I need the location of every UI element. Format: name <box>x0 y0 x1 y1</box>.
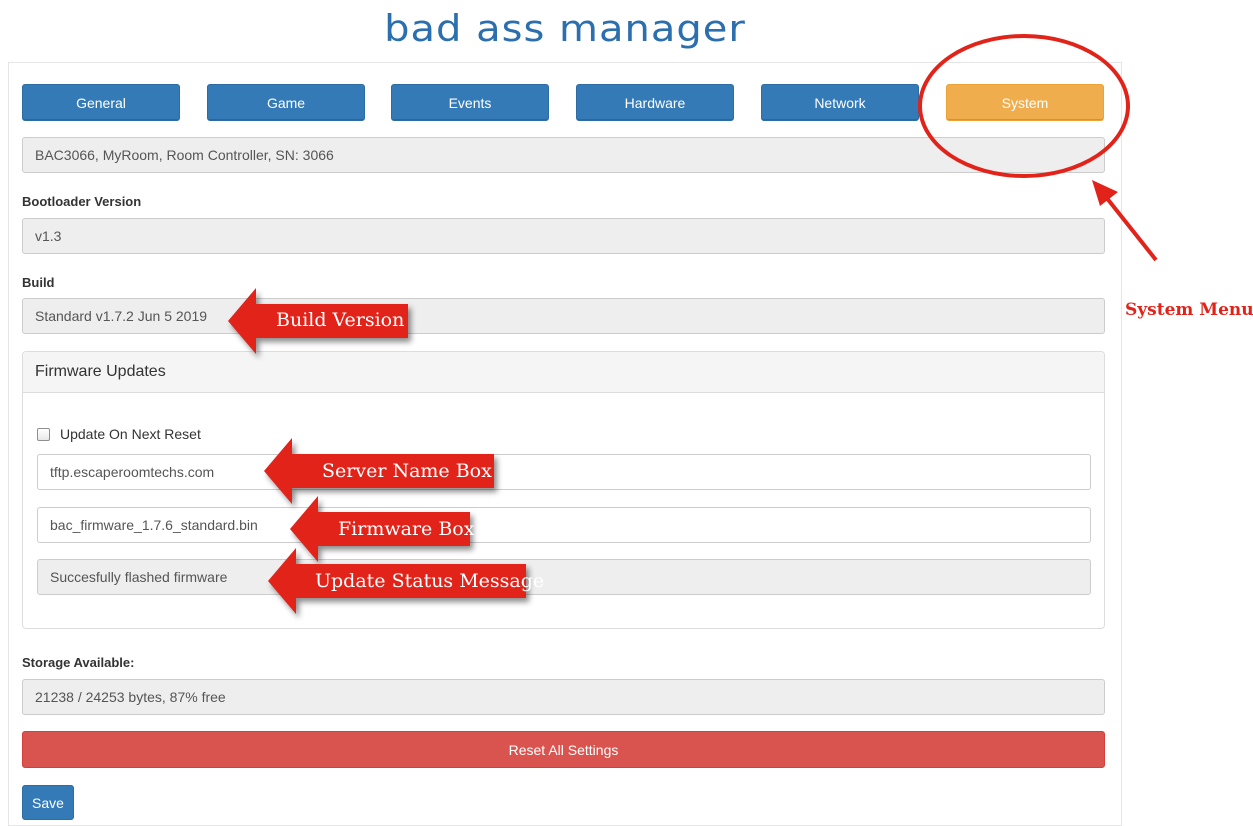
tab-events[interactable]: Events <box>391 84 549 121</box>
bootloader-version-label: Bootloader Version <box>22 194 142 209</box>
server-name-annotation: Server Name Box <box>322 460 492 482</box>
system-menu-arrow-icon <box>1088 178 1168 268</box>
build-version-annotation: Build Version <box>276 309 405 331</box>
update-on-reset-checkbox[interactable] <box>37 427 50 441</box>
build-label: Build <box>22 275 55 290</box>
save-button[interactable]: Save <box>22 785 74 820</box>
tab-hardware[interactable]: Hardware <box>576 84 734 121</box>
bootloader-version-field: v1.3 <box>22 218 1105 254</box>
reset-all-settings-button[interactable]: Reset All Settings <box>22 731 1105 768</box>
tab-general[interactable]: General <box>22 84 180 121</box>
app-title: bad ass manager <box>384 7 746 51</box>
system-menu-callout-circle <box>918 34 1130 178</box>
firmware-file-input[interactable]: bac_firmware_1.7.6_standard.bin <box>37 507 1091 543</box>
tab-game[interactable]: Game <box>207 84 365 121</box>
update-on-reset-label: Update On Next Reset <box>60 426 201 442</box>
system-menu-annotation: System Menu <box>1125 300 1253 320</box>
update-status-annotation: Update Status Message <box>315 570 545 592</box>
server-name-input[interactable]: tftp.escaperoomtechs.com <box>37 454 1091 490</box>
tab-network[interactable]: Network <box>761 84 919 121</box>
update-status-field: Succesfully flashed firmware <box>37 559 1091 595</box>
storage-label: Storage Available: <box>22 655 135 670</box>
firmware-updates-panel: Firmware Updates Update On Next Reset tf… <box>22 351 1105 629</box>
update-on-reset-row[interactable]: Update On Next Reset <box>37 425 201 443</box>
storage-field: 21238 / 24253 bytes, 87% free <box>22 679 1105 715</box>
firmware-updates-heading: Firmware Updates <box>23 352 1104 393</box>
build-field: Standard v1.7.2 Jun 5 2019 <box>22 298 1105 334</box>
firmware-box-annotation: Firmware Box <box>338 518 475 540</box>
